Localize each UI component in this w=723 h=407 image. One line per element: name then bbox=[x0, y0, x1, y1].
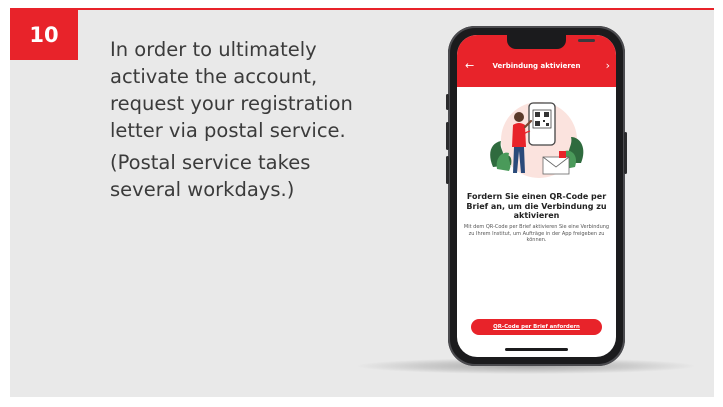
phone-mute-switch bbox=[446, 94, 449, 110]
phone-screen: ← Verbindung aktivieren › Fordern Sie ei… bbox=[457, 35, 616, 357]
screen-title: Verbindung aktivieren bbox=[492, 62, 581, 70]
instruction-text: In order to ultimately activate the acco… bbox=[110, 36, 380, 208]
phone-mockup: ← Verbindung aktivieren › Fordern Sie ei… bbox=[446, 26, 627, 366]
request-qr-letter-button[interactable]: QR-Code per Brief anfordern bbox=[471, 319, 602, 335]
phone-volume-up-button bbox=[446, 122, 449, 150]
screen-body-text: Mit dem QR-Code per Brief aktivieren Sie… bbox=[463, 224, 610, 243]
screen-heading: Fordern Sie einen QR-Code per Brief an, … bbox=[466, 192, 607, 220]
phone-power-button bbox=[624, 132, 627, 174]
home-indicator bbox=[505, 348, 568, 351]
speaker-grille bbox=[578, 39, 595, 42]
chevron-right-icon[interactable]: › bbox=[606, 59, 610, 73]
qr-letter-illustration-icon bbox=[490, 102, 584, 178]
instruction-note: (Postal service takes several workdays.) bbox=[110, 151, 311, 201]
back-arrow-icon[interactable]: ← bbox=[465, 59, 474, 73]
phone-notch bbox=[507, 35, 595, 49]
step-number-badge: 10 bbox=[10, 10, 78, 60]
instruction-main: In order to ultimately activate the acco… bbox=[110, 38, 353, 142]
phone-volume-down-button bbox=[446, 156, 449, 184]
